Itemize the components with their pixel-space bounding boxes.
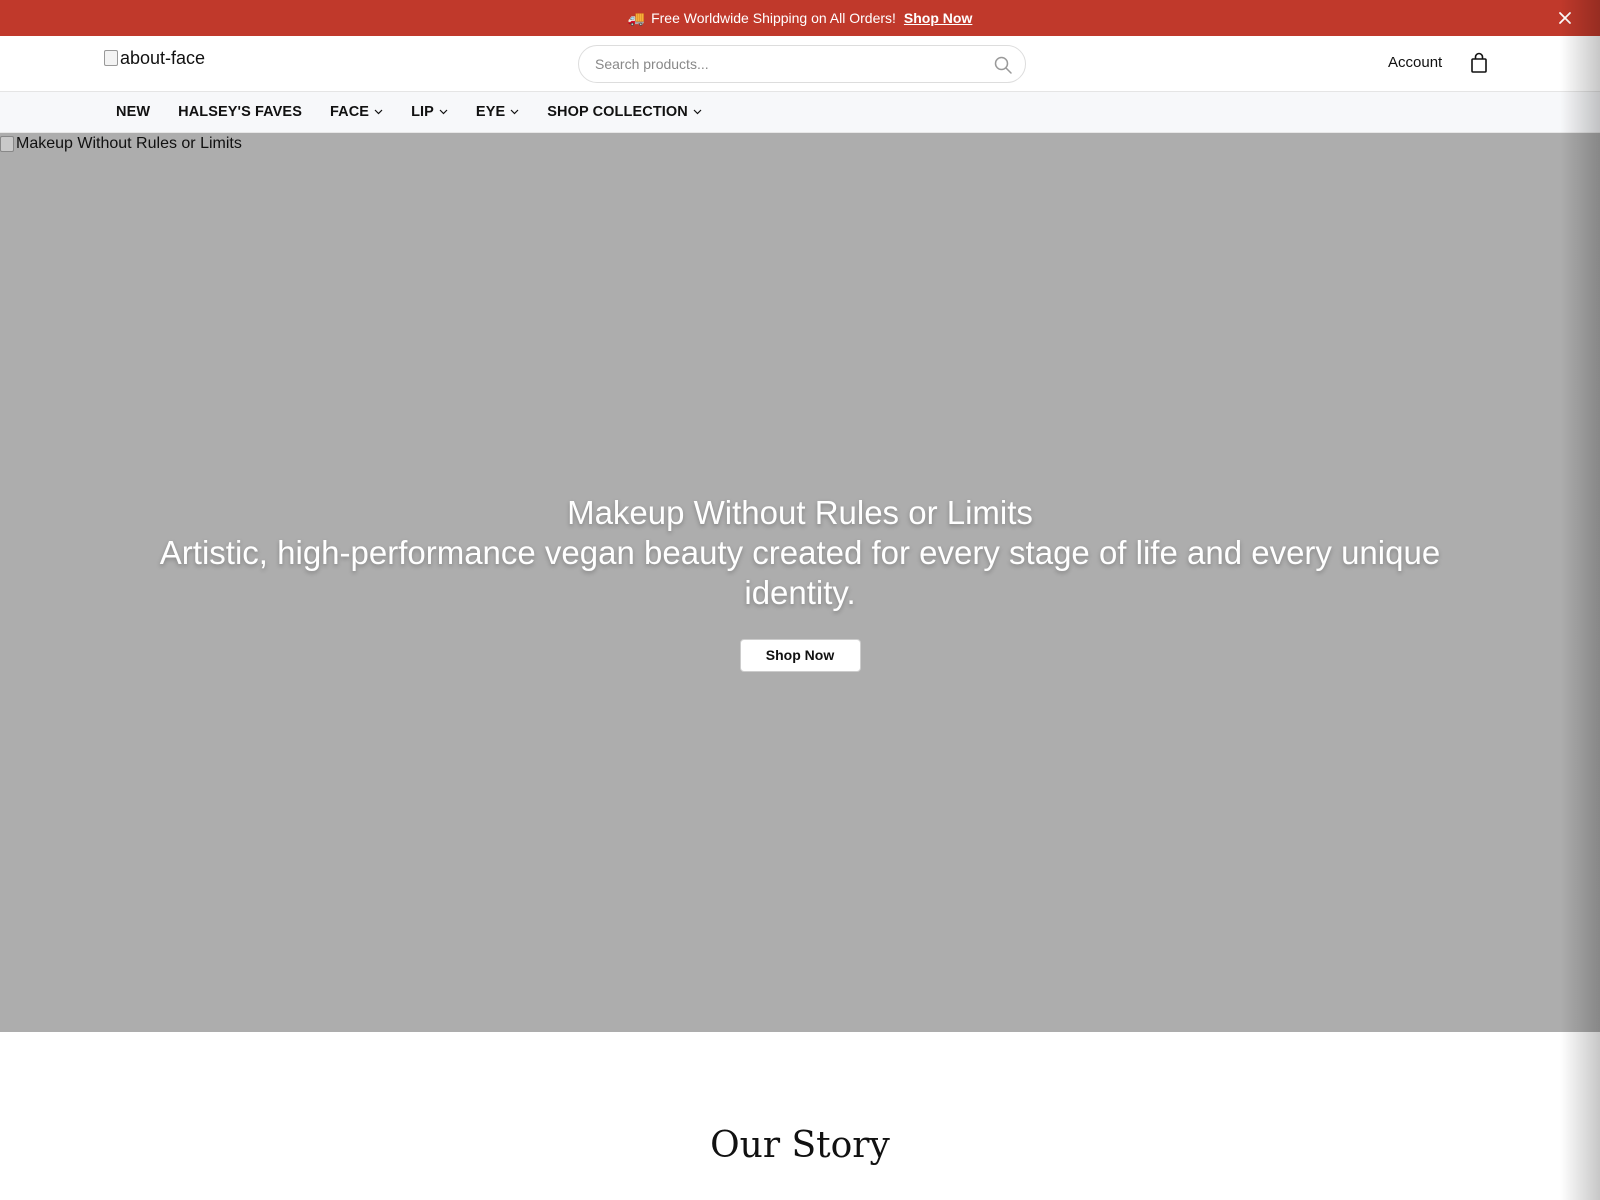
page: 🚚 Free Worldwide Shipping on All Orders!… xyxy=(0,0,1600,1200)
nav-item-lip[interactable]: LIP xyxy=(411,104,448,120)
nav-item-label: FACE xyxy=(329,104,370,120)
shopping-bag-icon[interactable] xyxy=(1468,52,1490,74)
search-box xyxy=(578,45,1026,83)
truck-icon: 🚚 xyxy=(627,9,646,26)
search-input[interactable] xyxy=(595,46,975,82)
site-header: about-face Account xyxy=(0,36,1600,92)
hero-subtitle: Artistic, high-performance vegan beauty … xyxy=(159,534,1441,611)
broken-image-icon xyxy=(0,136,14,152)
chevron-down-icon xyxy=(374,109,383,115)
nav-item-new[interactable]: NEW xyxy=(116,104,150,120)
hero-shop-now-button[interactable]: Shop Now xyxy=(739,639,861,672)
chevron-down-icon xyxy=(439,109,448,115)
nav-item-label: NEW xyxy=(116,104,151,120)
nav-item-label: HALSEY'S FAVES xyxy=(178,104,302,120)
close-icon[interactable] xyxy=(1556,9,1574,27)
our-story-heading: Our Story xyxy=(710,1125,890,1166)
chevron-down-icon xyxy=(693,109,702,115)
chevron-down-icon xyxy=(510,109,519,115)
announcement-bar: 🚚 Free Worldwide Shipping on All Orders!… xyxy=(0,0,1600,36)
nav-item-label: EYE xyxy=(475,104,506,120)
nav-item-halseys-faves[interactable]: HALSEY'S FAVES xyxy=(178,104,302,120)
nav-item-label: LIP xyxy=(411,104,434,120)
announcement-shop-now-link[interactable]: Shop Now xyxy=(904,10,972,26)
main-nav: NEW HALSEY'S FAVES FACE LIP EYE SHOP COL… xyxy=(0,92,1600,133)
hero-title: Makeup Without Rules or Limits xyxy=(567,494,1033,531)
nav-item-face[interactable]: FACE xyxy=(330,104,383,120)
nav-item-eye[interactable]: EYE xyxy=(476,104,519,120)
broken-image-icon xyxy=(104,50,118,66)
hero-banner: Makeup Without Rules or Limits Makeup Wi… xyxy=(0,133,1600,1032)
nav-item-label: SHOP COLLECTION xyxy=(547,104,688,120)
announcement-text: Free Worldwide Shipping on All Orders! xyxy=(651,10,896,26)
nav-item-shop-collection[interactable]: SHOP COLLECTION xyxy=(547,104,702,120)
search-icon[interactable] xyxy=(993,55,1013,75)
logo-alt-text: about-face xyxy=(120,47,206,68)
hero-image: Makeup Without Rules or Limits xyxy=(0,135,242,153)
hero-image-alt-text: Makeup Without Rules or Limits xyxy=(16,135,242,152)
account-link[interactable]: Account xyxy=(1388,54,1442,71)
hero-content: Makeup Without Rules or Limits Artistic,… xyxy=(0,493,1600,672)
logo[interactable]: about-face xyxy=(104,46,205,70)
